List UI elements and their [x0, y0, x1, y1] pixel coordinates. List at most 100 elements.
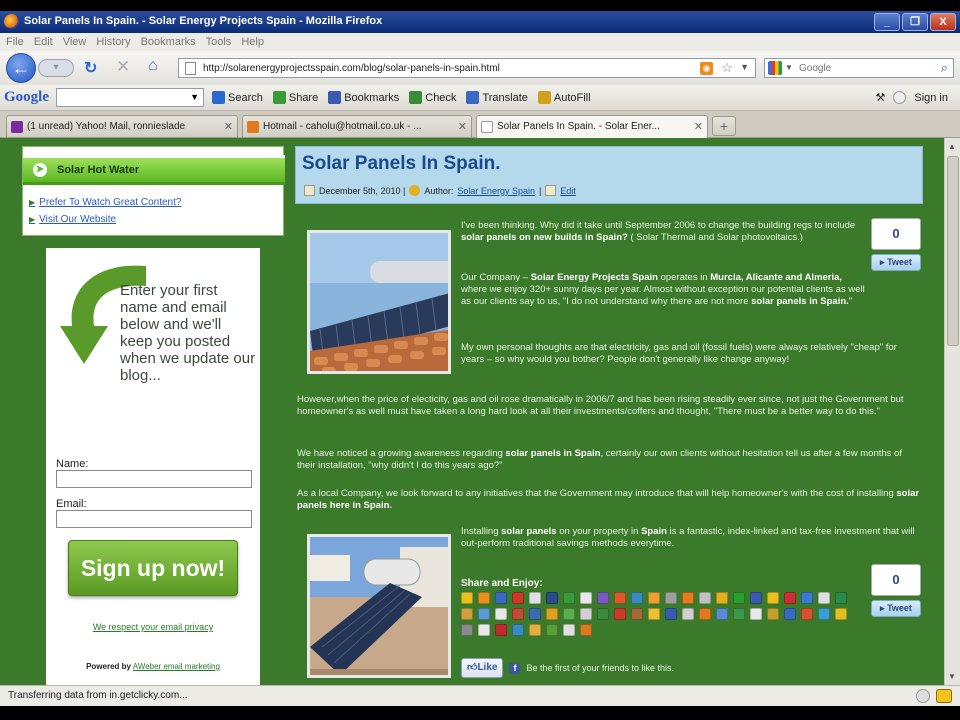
post-title[interactable]: Solar Panels In Spain.	[302, 153, 501, 175]
share-service-icon[interactable]	[478, 608, 490, 620]
share-service-icon[interactable]	[546, 592, 558, 604]
hot-water-bar[interactable]: ➤ Solar Hot Water	[23, 155, 285, 185]
share-service-icon[interactable]	[478, 592, 490, 604]
share-service-icon[interactable]	[784, 592, 796, 604]
menu-file[interactable]: File	[6, 36, 24, 48]
stop-icon[interactable]: ✕	[116, 57, 130, 77]
sidebar-link-website[interactable]: ▶ Visit Our Website	[29, 214, 181, 225]
share-service-icon[interactable]	[478, 624, 490, 636]
chevron-down-icon[interactable]: ▼	[190, 92, 199, 102]
share-service-icon[interactable]	[512, 592, 524, 604]
toolbar-item-check[interactable]: Check	[409, 91, 456, 104]
engine-dropdown-icon[interactable]: ▼	[785, 63, 793, 72]
share-service-icon[interactable]	[512, 608, 524, 620]
share-service-icon[interactable]	[529, 592, 541, 604]
close-tab-icon[interactable]: ✕	[224, 120, 233, 133]
search-input[interactable]	[799, 62, 929, 75]
share-service-icon[interactable]	[580, 592, 592, 604]
search-bar[interactable]: ▼ ⌕	[764, 58, 954, 78]
minimize-button[interactable]: _	[874, 13, 900, 31]
share-service-icon[interactable]	[580, 608, 592, 620]
share-service-icon[interactable]	[750, 592, 762, 604]
new-tab-button[interactable]: +	[712, 116, 736, 136]
share-service-icon[interactable]	[546, 608, 558, 620]
rss-icon[interactable]: ◉	[700, 62, 713, 75]
menu-history[interactable]: History	[96, 36, 130, 48]
share-service-icon[interactable]	[546, 624, 558, 636]
search-icon[interactable]: ⌕	[941, 60, 948, 76]
share-service-icon[interactable]	[665, 592, 677, 604]
share-service-icon[interactable]	[784, 608, 796, 620]
addon-icon[interactable]	[936, 689, 952, 703]
toolbar-item-autofill[interactable]: AutoFill	[537, 91, 591, 104]
vertical-scrollbar[interactable]: ▲ ▼	[944, 138, 960, 685]
share-service-icon[interactable]	[648, 608, 660, 620]
sign-up-button[interactable]: Sign up now!	[68, 540, 238, 596]
toolbar-item-translate[interactable]: Translate	[466, 91, 528, 104]
toolbar-item-share[interactable]: Share	[272, 91, 318, 104]
share-service-icon[interactable]	[563, 624, 575, 636]
forward-button[interactable]: ▾	[38, 59, 74, 77]
sidebar-link-watch[interactable]: ▶ Prefer To Watch Great Content?	[29, 197, 181, 208]
share-service-icon[interactable]	[801, 608, 813, 620]
tab-yahoo-mail[interactable]: (1 unread) Yahoo! Mail, ronnieslade ✕	[6, 115, 238, 137]
share-service-icon[interactable]	[699, 608, 711, 620]
share-service-icon[interactable]	[767, 608, 779, 620]
url-dropdown-icon[interactable]: ▼	[740, 62, 749, 72]
share-service-icon[interactable]	[529, 608, 541, 620]
share-service-icon[interactable]	[631, 592, 643, 604]
share-service-icon[interactable]	[733, 608, 745, 620]
share-service-icon[interactable]	[716, 608, 728, 620]
share-service-icon[interactable]	[512, 624, 524, 636]
share-service-icon[interactable]	[529, 624, 541, 636]
share-service-icon[interactable]	[461, 592, 473, 604]
share-service-icon[interactable]	[750, 608, 762, 620]
scrollbar-thumb[interactable]	[947, 156, 959, 346]
edit-link[interactable]: Edit	[560, 186, 576, 196]
share-service-icon[interactable]	[733, 592, 745, 604]
scroll-up-icon[interactable]: ▲	[948, 142, 956, 151]
url-bar[interactable]: ◉ ☆ ▼	[178, 58, 756, 78]
scroll-down-icon[interactable]: ▼	[948, 672, 956, 681]
menu-help[interactable]: Help	[241, 36, 264, 48]
share-service-icon[interactable]	[835, 608, 847, 620]
share-service-icon[interactable]	[580, 624, 592, 636]
back-button[interactable]: ←	[6, 53, 36, 83]
share-service-icon[interactable]	[614, 592, 626, 604]
globe-icon[interactable]	[916, 689, 930, 703]
sign-in-link[interactable]: Sign in	[914, 92, 948, 104]
author-link[interactable]: Solar Energy Spain	[457, 186, 535, 196]
close-tab-icon[interactable]: ✕	[458, 120, 467, 133]
tweet-button[interactable]: ▸ Tweet	[871, 254, 921, 271]
toolbar-item-search[interactable]: Search	[212, 91, 263, 104]
link-label[interactable]: Prefer To Watch Great Content?	[39, 197, 181, 208]
share-service-icon[interactable]	[682, 592, 694, 604]
menu-bookmarks[interactable]: Bookmarks	[141, 36, 196, 48]
share-service-icon[interactable]	[767, 592, 779, 604]
tab-hotmail[interactable]: Hotmail - caholu@hotmail.co.uk - ... ✕	[242, 115, 472, 137]
home-icon[interactable]: ⌂	[148, 57, 158, 75]
facebook-like-button[interactable]: 👍︎Like	[461, 658, 504, 678]
share-service-icon[interactable]	[818, 608, 830, 620]
menu-edit[interactable]: Edit	[34, 36, 53, 48]
url-input[interactable]	[203, 61, 673, 75]
google-search-input[interactable]: ▼	[56, 88, 204, 107]
share-service-icon[interactable]	[716, 592, 728, 604]
share-service-icon[interactable]	[818, 592, 830, 604]
aweber-link[interactable]: AWeber email marketing	[133, 662, 220, 671]
maximize-button[interactable]: ❐	[902, 13, 928, 31]
email-field[interactable]	[56, 510, 252, 528]
share-service-icon[interactable]	[597, 608, 609, 620]
share-service-icon[interactable]	[631, 608, 643, 620]
share-service-icon[interactable]	[648, 592, 660, 604]
share-service-icon[interactable]	[801, 592, 813, 604]
share-service-icon[interactable]	[495, 608, 507, 620]
name-field[interactable]	[56, 470, 252, 488]
share-service-icon[interactable]	[699, 592, 711, 604]
share-service-icon[interactable]	[614, 608, 626, 620]
share-service-icon[interactable]	[597, 592, 609, 604]
share-service-icon[interactable]	[665, 608, 677, 620]
share-service-icon[interactable]	[461, 608, 473, 620]
wrench-icon[interactable]: ⚒	[875, 91, 885, 104]
share-service-icon[interactable]	[563, 608, 575, 620]
